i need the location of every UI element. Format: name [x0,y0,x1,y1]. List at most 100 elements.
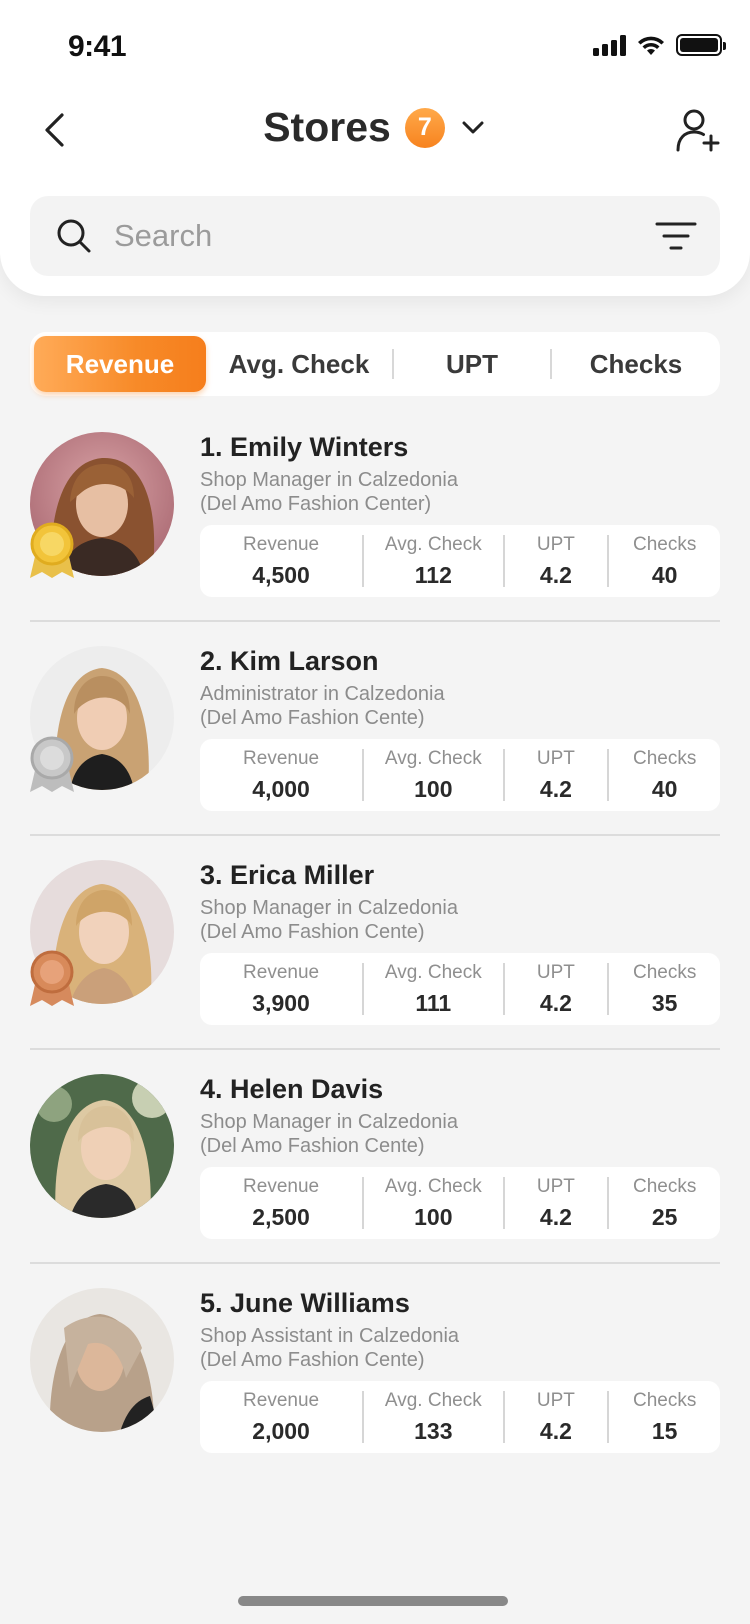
status-icons [593,34,726,56]
employee-role: Shop Manager in Calzedonia (Del Amo Fash… [200,1110,560,1158]
employee-row[interactable]: 4. Helen Davis Shop Manager in Calzedoni… [0,1072,750,1286]
tab-revenue[interactable]: Revenue [34,336,206,392]
store-name: (Del Amo Fashion Cente) [200,1135,425,1157]
filter-button[interactable] [654,214,698,258]
stat-value: 2,000 [252,1417,310,1444]
chevron-down-icon [459,114,487,142]
stat-value: 40 [651,775,678,802]
stat-value: 2,500 [252,1203,310,1230]
stores-screen: 9:41 Stores 7 Search Revenue Avg. Check … [0,0,750,1624]
row-divider [30,1262,720,1264]
stat-value: 35 [651,989,678,1016]
store-name: (Del Amo Fashion Cente) [200,1349,425,1371]
employee-role: Administrator in Calzedonia (Del Amo Fas… [200,682,560,730]
stat-label: UPT [536,533,575,555]
add-user-button[interactable] [672,104,724,156]
stats-card: Revenue 2,500 Avg. Check 100 UPT 4.2 Che… [200,1167,720,1239]
stat-label: Revenue [243,1389,320,1411]
stat-upt: UPT 4.2 [505,1175,608,1231]
search-bar [30,196,720,276]
employee-role: Shop Manager in Calzedonia (Del Amo Fash… [200,896,560,944]
wifi-icon [638,36,664,55]
stat-label: Avg. Check [384,533,482,555]
stat-value: 100 [414,1203,453,1230]
employee-name: 2. Kim Larson [200,646,379,676]
stat-value: 15 [651,1417,678,1444]
stat-label: Revenue [243,747,320,769]
stat-value: 111 [415,989,452,1016]
stats-card: Revenue 4,500 Avg. Check 112 UPT 4.2 Che… [200,525,720,597]
tab-checks[interactable]: Checks [552,336,720,392]
tab-upt[interactable]: UPT [394,336,550,392]
stat-value: 100 [414,775,453,802]
stat-avg-check: Avg. Check 100 [364,747,502,803]
stat-label: UPT [536,1389,575,1411]
stat-upt: UPT 4.2 [505,747,608,803]
employee-row[interactable]: 5. June Williams Shop Assistant in Calze… [0,1286,750,1500]
stat-label: Checks [632,1389,697,1411]
search-icon [57,219,91,253]
role-title: Administrator in Calzedonia [200,683,445,705]
bronze-medal-icon [30,950,74,1006]
stats-card: Revenue 3,900 Avg. Check 111 UPT 4.2 Che… [200,953,720,1025]
stat-revenue: Revenue 2,500 [200,1175,362,1231]
stat-label: Revenue [243,961,320,983]
stat-checks: Checks 40 [609,747,720,803]
employee-row[interactable]: 3. Erica Miller Shop Manager in Calzedon… [0,858,750,1072]
nav-bar: Stores 7 [0,96,750,166]
employee-name: 5. June Williams [200,1288,410,1318]
employee-role: Shop Manager in Calzedonia (Del Amo Fash… [200,468,560,516]
stat-avg-check: Avg. Check 111 [364,961,502,1017]
stat-label: Avg. Check [384,747,482,769]
store-name: (Del Amo Fashion Cente) [200,707,425,729]
home-indicator[interactable] [238,1596,508,1606]
row-divider [30,620,720,622]
employee-row[interactable]: 2. Kim Larson Administrator in Calzedoni… [0,644,750,858]
employee-ranking-list: 1. Emily Winters Shop Manager in Calzedo… [0,430,750,1500]
stat-label: Checks [632,961,697,983]
store-name: (Del Amo Fashion Cente) [200,921,425,943]
employee-name: 3. Erica Miller [200,860,375,890]
stat-upt: UPT 4.2 [505,1389,608,1445]
store-count-badge: 7 [404,107,445,148]
cellular-signal-icon [593,34,626,56]
title-dropdown[interactable]: Stores 7 [0,104,750,151]
employee-name: 1. Emily Winters [200,432,409,462]
row-divider [30,834,720,836]
stat-label: Revenue [243,1175,320,1197]
avatar [30,1288,174,1432]
stat-label: Avg. Check [384,1389,482,1411]
silver-medal-icon [30,736,74,792]
role-title: Shop Manager in Calzedonia [200,469,458,491]
employee-row[interactable]: 1. Emily Winters Shop Manager in Calzedo… [0,430,750,644]
stat-label: Avg. Check [384,961,482,983]
gold-medal-icon [30,522,74,578]
avatar [30,1074,174,1218]
search-input[interactable] [114,210,634,262]
stat-label: Checks [632,1175,697,1197]
stat-value: 112 [414,561,452,588]
stats-card: Revenue 2,000 Avg. Check 133 UPT 4.2 Che… [200,1381,720,1453]
stat-revenue: Revenue 4,500 [200,533,362,589]
stat-value: 4.2 [539,1417,572,1444]
stat-value: 4.2 [539,1203,572,1230]
tab-avg-check[interactable]: Avg. Check [206,336,392,392]
stat-value: 4.2 [539,989,572,1016]
stats-card: Revenue 4,000 Avg. Check 100 UPT 4.2 Che… [200,739,720,811]
stat-revenue: Revenue 2,000 [200,1389,362,1445]
stat-value: 40 [651,561,678,588]
store-name: (Del Amo Fashion Center) [200,493,432,515]
filter-icon [655,222,697,250]
header-card: 9:41 Stores 7 [0,0,750,296]
stat-upt: UPT 4.2 [505,961,608,1017]
page-title: Stores [263,104,391,150]
role-title: Shop Manager in Calzedonia [200,1111,458,1133]
stat-value: 4.2 [539,775,572,802]
stat-label: UPT [536,1175,575,1197]
stat-checks: Checks 35 [609,961,720,1017]
stat-label: Checks [632,747,697,769]
stat-label: UPT [536,747,575,769]
add-user-icon [676,109,720,152]
stat-value: 25 [651,1203,678,1230]
stat-label: Checks [632,533,697,555]
